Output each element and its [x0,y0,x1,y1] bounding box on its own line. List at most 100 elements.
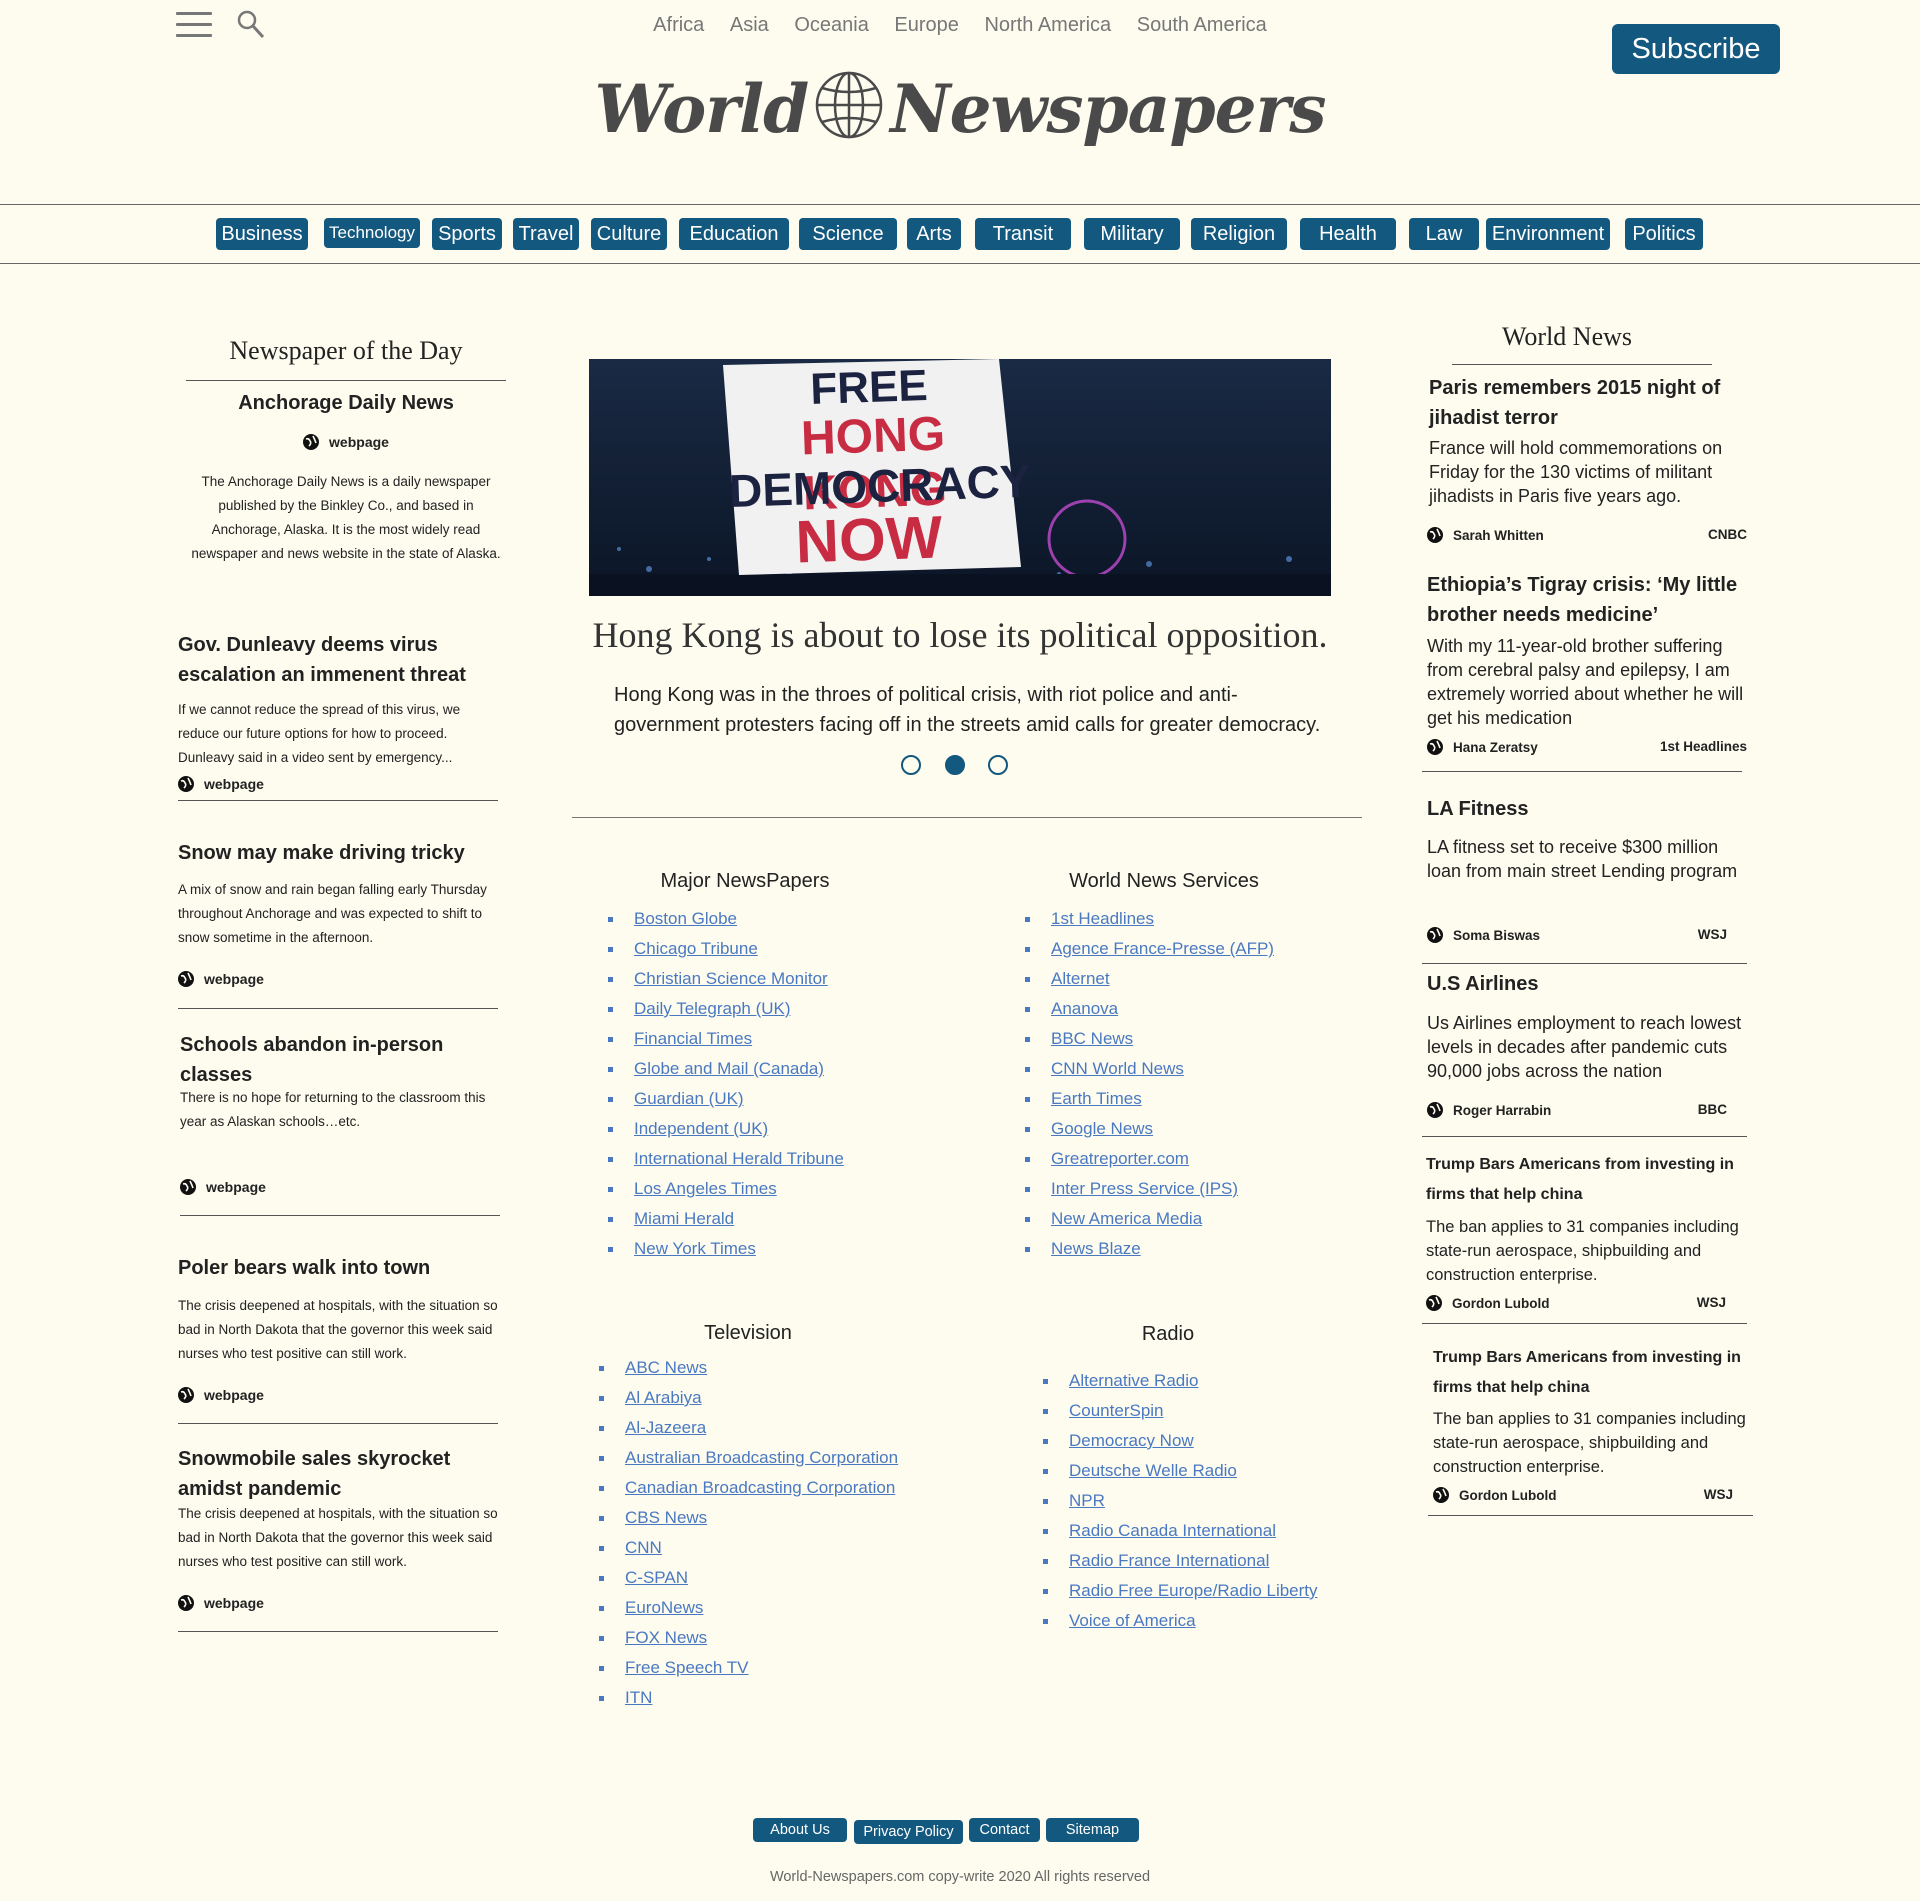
region-africa[interactable]: Africa [653,14,704,36]
world-news-title[interactable]: LA Fitness [1427,794,1757,824]
source-name: WSJ [1697,927,1727,942]
subscribe-button[interactable]: Subscribe [1612,24,1780,74]
paper-webpage-link[interactable]: webpage [186,434,506,450]
world-news-title[interactable]: Paris remembers 2015 night of jihadist t… [1429,373,1759,433]
newspaper-link[interactable]: Miami Herald [634,1209,734,1228]
category-travel[interactable]: Travel [513,218,579,250]
newspaper-link[interactable]: Globe and Mail (Canada) [634,1059,824,1078]
radio-link[interactable]: Radio Free Europe/Radio Liberty [1069,1581,1318,1600]
news-service-link[interactable]: Inter Press Service (IPS) [1051,1179,1238,1198]
news-service-link[interactable]: 1st Headlines [1051,909,1154,928]
television-link[interactable]: Australian Broadcasting Corporation [625,1448,898,1467]
television-link[interactable]: Al Arabiya [625,1388,702,1407]
category-sports[interactable]: Sports [432,218,502,250]
category-religion[interactable]: Religion [1191,218,1287,250]
world-news-title[interactable]: Trump Bars Americans from investing in f… [1426,1150,1756,1210]
world-news-title[interactable]: Ethiopia’s Tigray crisis: ‘My little bro… [1427,570,1757,630]
news-service-link[interactable]: BBC News [1051,1029,1133,1048]
news-service-link[interactable]: New America Media [1051,1209,1202,1228]
television-link[interactable]: ITN [625,1688,652,1707]
news-service-link[interactable]: Ananova [1051,999,1118,1018]
left-story-webpage-link[interactable]: webpage [178,1595,264,1611]
television-link[interactable]: ABC News [625,1358,707,1377]
newspaper-link[interactable]: International Herald Tribune [634,1149,844,1168]
newspaper-link[interactable]: Chicago Tribune [634,939,758,958]
region-north-america[interactable]: North America [984,14,1111,36]
region-asia[interactable]: Asia [730,14,769,36]
left-story-webpage-link[interactable]: webpage [178,776,264,792]
radio-link[interactable]: Radio France International [1069,1551,1269,1570]
world-news-title[interactable]: Trump Bars Americans from investing in f… [1433,1343,1763,1403]
region-south-america[interactable]: South America [1137,14,1267,36]
news-service-link[interactable]: CNN World News [1051,1059,1184,1078]
category-business[interactable]: Business [216,218,308,250]
site-logo[interactable]: World Newspapers [0,70,1920,156]
left-story-title[interactable]: Snowmobile sales skyrocket amidst pandem… [178,1444,498,1504]
television-link[interactable]: CBS News [625,1508,707,1527]
radio-link[interactable]: Alternative Radio [1069,1371,1198,1390]
left-story-title[interactable]: Gov. Dunleavy deems virus escalation an … [178,630,498,690]
newspaper-link[interactable]: Los Angeles Times [634,1179,777,1198]
television-link[interactable]: Al-Jazeera [625,1418,706,1437]
radio-link[interactable]: NPR [1069,1491,1105,1510]
hero-image[interactable]: FREE HONG KONG DEMOCRACY NOW [589,359,1331,596]
category-culture[interactable]: Culture [591,218,667,250]
television-link[interactable]: EuroNews [625,1598,703,1617]
world-news-title[interactable]: U.S Airlines [1427,969,1757,999]
carousel-dot-1[interactable] [901,755,921,775]
news-service-link[interactable]: Alternet [1051,969,1110,988]
sitemap-button[interactable]: Sitemap [1046,1818,1139,1842]
carousel-dot-3[interactable] [988,755,1008,775]
television-link[interactable]: FOX News [625,1628,707,1647]
newspaper-link[interactable]: Independent (UK) [634,1119,768,1138]
category-law[interactable]: Law [1409,218,1479,250]
divider [1428,1515,1753,1516]
hero-title[interactable]: Hong Kong is about to lose its political… [589,614,1331,656]
logo-text-right: Newspapers [890,70,1326,148]
news-service-link[interactable]: Google News [1051,1119,1153,1138]
list-item: Australian Broadcasting Corporation [599,1443,939,1473]
radio-link[interactable]: Democracy Now [1069,1431,1194,1450]
category-health[interactable]: Health [1300,218,1396,250]
television-link[interactable]: CNN [625,1538,662,1557]
category-politics[interactable]: Politics [1625,218,1703,250]
carousel-dot-2[interactable] [945,755,965,775]
newspaper-link[interactable]: Daily Telegraph (UK) [634,999,791,1018]
news-service-link[interactable]: News Blaze [1051,1239,1141,1258]
about-us-button[interactable]: About Us [753,1818,847,1842]
television-link[interactable]: Canadian Broadcasting Corporation [625,1478,895,1497]
category-arts[interactable]: Arts [907,218,961,250]
television-link[interactable]: Free Speech TV [625,1658,748,1677]
divider [0,204,1920,205]
news-service-link[interactable]: Agence France-Presse (AFP) [1051,939,1274,958]
newspaper-link[interactable]: New York Times [634,1239,756,1258]
left-story-webpage-link[interactable]: webpage [180,1179,266,1195]
category-transit[interactable]: Transit [975,218,1071,250]
category-education[interactable]: Education [679,218,789,250]
news-service-link[interactable]: Earth Times [1051,1089,1142,1108]
region-europe[interactable]: Europe [894,14,959,36]
radio-link[interactable]: Deutsche Welle Radio [1069,1461,1237,1480]
contact-button[interactable]: Contact [969,1818,1040,1842]
newspaper-link[interactable]: Boston Globe [634,909,737,928]
newspaper-link[interactable]: Financial Times [634,1029,752,1048]
region-oceania[interactable]: Oceania [794,14,869,36]
television-link[interactable]: C-SPAN [625,1568,688,1587]
radio-link[interactable]: Voice of America [1069,1611,1196,1630]
left-story-title[interactable]: Schools abandon in-person classes [180,1030,500,1090]
category-science[interactable]: Science [799,218,897,250]
privacy-policy-button[interactable]: Privacy Policy [854,1820,963,1844]
radio-link[interactable]: CounterSpin [1069,1401,1164,1420]
radio-link[interactable]: Radio Canada International [1069,1521,1276,1540]
category-technology[interactable]: Technology [324,218,420,248]
category-environment[interactable]: Environment [1486,218,1610,250]
left-story-webpage-link[interactable]: webpage [178,1387,264,1403]
left-story-title[interactable]: Poler bears walk into town [178,1253,498,1283]
divider [1422,1323,1747,1324]
left-story-title[interactable]: Snow may make driving tricky [178,838,498,868]
newspaper-link[interactable]: Christian Science Monitor [634,969,828,988]
category-military[interactable]: Military [1084,218,1180,250]
news-service-link[interactable]: Greatreporter.com [1051,1149,1189,1168]
left-story-webpage-link[interactable]: webpage [178,971,264,987]
newspaper-link[interactable]: Guardian (UK) [634,1089,744,1108]
